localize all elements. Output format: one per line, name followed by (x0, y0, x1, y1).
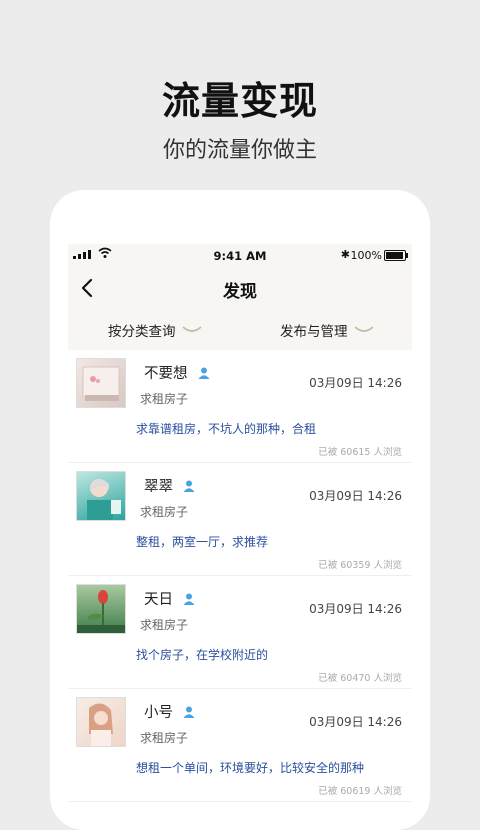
filter-category-label: 按分类查询 (108, 324, 176, 340)
post-tag: 求租房子 (140, 731, 189, 745)
user-name: 天日 (144, 592, 173, 608)
user-name: 小号 (144, 705, 173, 721)
chevron-down-icon (181, 326, 202, 332)
user-name: 不要想 (144, 366, 188, 382)
promo-title: 流量变现 (161, 79, 318, 123)
list-item[interactable]: 翠翠 求租房子 03月09日 14:26 整租，两室一厅，求推荐 已被 6035… (68, 463, 412, 576)
chevron-down-icon (353, 326, 374, 332)
post-tag: 求租房子 (140, 392, 189, 406)
nav-bar: 发现 (68, 266, 412, 308)
list-item[interactable]: 天日 求租房子 03月09日 14:26 找个房子，在学校附近的 已被 6047… (68, 576, 412, 689)
battery-icon (384, 250, 408, 261)
avatar[interactable] (76, 584, 126, 634)
filter-manage-label: 发布与管理 (280, 324, 348, 340)
post-list: 不要想 求租房子 03月09日 14:26 求靠谱租房，不坑人的那种，合租 已被… (68, 350, 412, 802)
post-content: 想租一个单间，环境要好，比较安全的那种 (136, 761, 365, 775)
post-content: 整租，两室一厅，求推荐 (136, 535, 269, 549)
view-count: 已被 60615 人浏览 (318, 447, 402, 458)
battery-level: 100% (350, 249, 382, 262)
post-tag: 求租房子 (140, 505, 189, 519)
post-time: 03月09日 14:26 (309, 715, 402, 729)
filter-bar: 按分类查询 发布与管理 (68, 308, 412, 350)
post-content: 求靠谱租房，不坑人的那种，合租 (136, 422, 317, 436)
user-name: 翠翠 (144, 479, 173, 495)
user-icon (198, 367, 209, 379)
list-item[interactable]: 不要想 求租房子 03月09日 14:26 求靠谱租房，不坑人的那种，合租 已被… (68, 350, 412, 463)
bluetooth-icon: ✱ (340, 248, 350, 261)
avatar[interactable] (76, 697, 126, 747)
post-tag: 求租房子 (140, 618, 189, 632)
user-icon (183, 593, 195, 605)
page-title: 发现 (223, 282, 257, 302)
avatar[interactable] (76, 358, 126, 408)
post-content: 找个房子，在学校附近的 (136, 648, 269, 662)
post-time: 03月09日 14:26 (309, 489, 402, 503)
status-bar: 9:41 AM ✱ 100% (68, 244, 412, 266)
app-screen: 9:41 AM ✱ 100% 发现 按分类查询 发布与管理 不要想 求租房子 0… (68, 244, 412, 804)
view-count: 已被 60470 人浏览 (318, 673, 402, 684)
list-item[interactable]: 小号 求租房子 03月09日 14:26 想租一个单间，环境要好，比较安全的那种… (68, 689, 412, 802)
post-time: 03月09日 14:26 (309, 602, 402, 616)
filter-manage-dropdown[interactable]: 发布与管理 (280, 320, 374, 340)
promo-subtitle: 你的流量你做主 (162, 138, 317, 163)
user-icon (183, 480, 195, 492)
view-count: 已被 60359 人浏览 (318, 560, 402, 571)
filter-category-dropdown[interactable]: 按分类查询 (108, 320, 202, 340)
view-count: 已被 60619 人浏览 (318, 786, 402, 797)
user-icon (183, 706, 195, 718)
post-time: 03月09日 14:26 (309, 376, 402, 390)
avatar[interactable] (76, 471, 126, 521)
